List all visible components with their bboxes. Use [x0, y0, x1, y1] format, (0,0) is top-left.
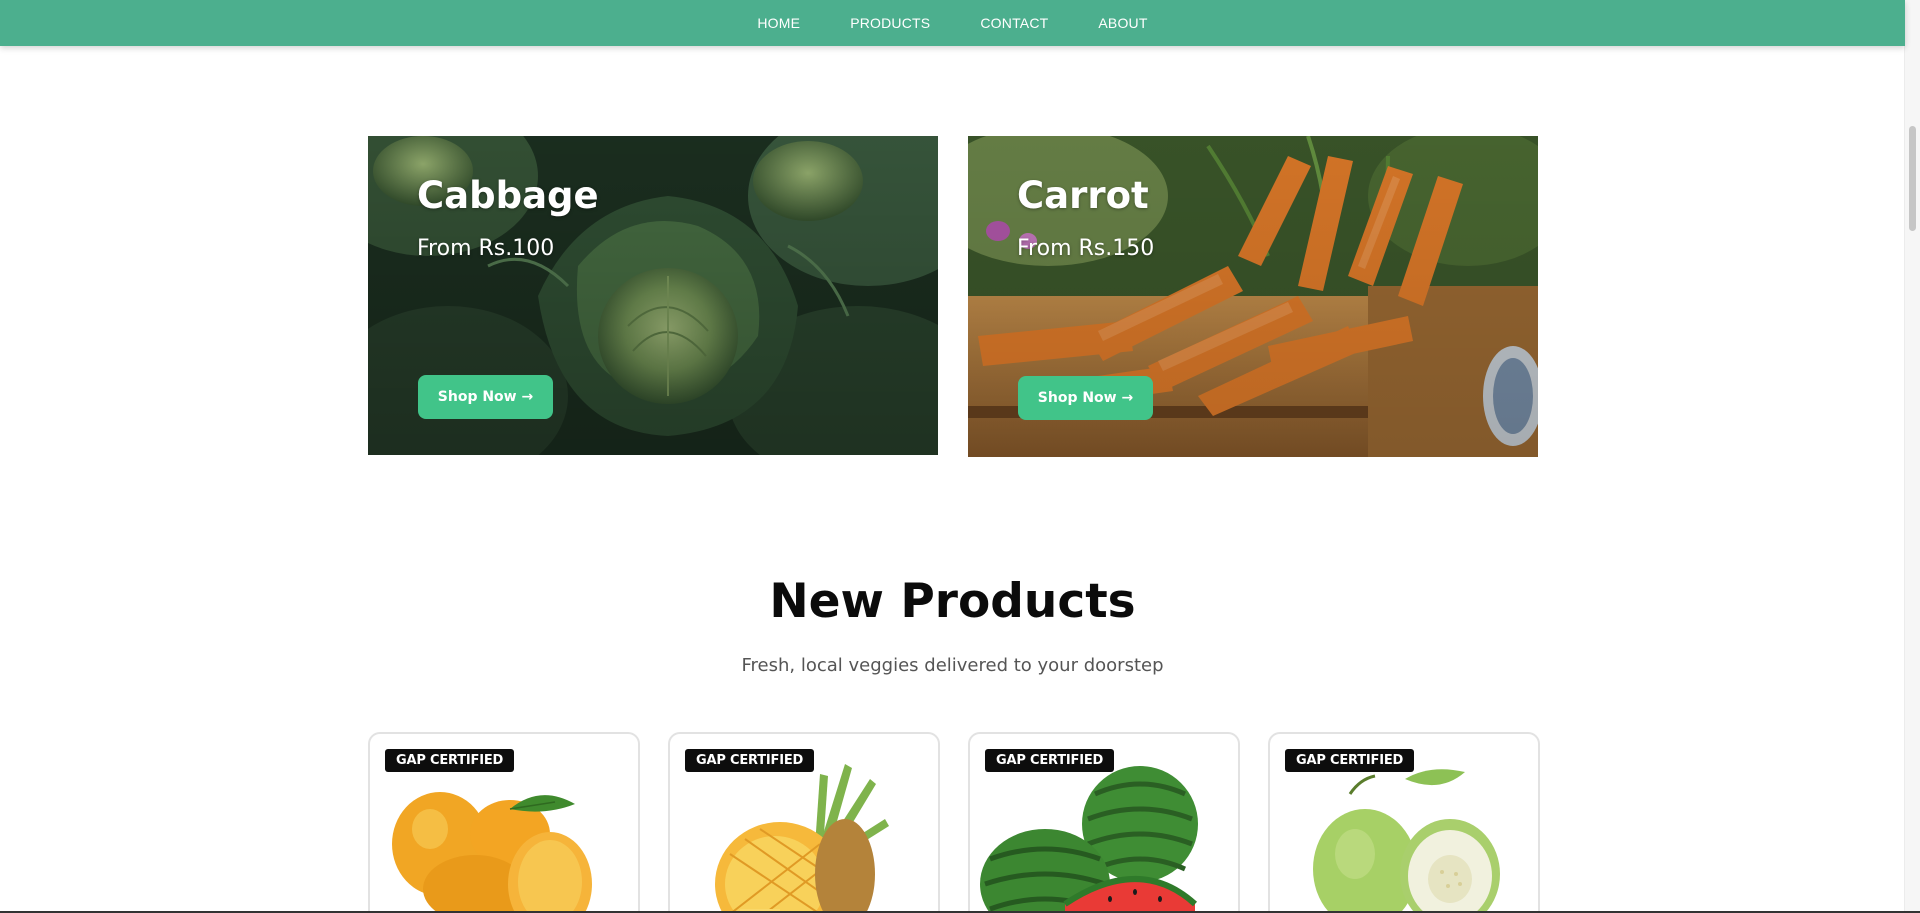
shop-now-button[interactable]: Shop Now →	[418, 375, 553, 419]
cabbage-banner[interactable]: Cabbage From Rs.100 Shop Now →	[368, 136, 938, 455]
product-card[interactable]: GAP CERTIFIED	[1268, 732, 1540, 913]
certified-badge: GAP CERTIFIED	[985, 749, 1115, 772]
page-scrollbar[interactable]	[1904, 0, 1920, 913]
banner-price: From Rs.150	[1017, 236, 1155, 261]
nav-products-link[interactable]: PRODUCTS	[825, 15, 955, 31]
certified-badge: GAP CERTIFIED	[1285, 749, 1415, 772]
certified-badge: GAP CERTIFIED	[385, 749, 515, 772]
page: HOME PRODUCTS CONTACT ABOUT Cabbage From…	[0, 0, 1920, 913]
nav-home-link[interactable]: HOME	[732, 15, 825, 31]
nav-about-link[interactable]: ABOUT	[1073, 15, 1172, 31]
section-subtitle: Fresh, local veggies delivered to your d…	[741, 655, 1164, 676]
section-title: New Products	[769, 574, 1136, 629]
top-navbar: HOME PRODUCTS CONTACT ABOUT	[0, 0, 1905, 46]
nav-menu: HOME PRODUCTS CONTACT ABOUT	[732, 15, 1172, 31]
product-card[interactable]: GAP CERTIFIED	[368, 732, 640, 913]
scroll-thumb[interactable]	[1909, 126, 1916, 231]
banner-title: Carrot	[1017, 174, 1149, 217]
banner-title: Cabbage	[417, 174, 599, 217]
carrot-banner[interactable]: Carrot From Rs.150 Shop Now →	[968, 136, 1538, 457]
shop-now-button[interactable]: Shop Now →	[1018, 376, 1153, 420]
certified-badge: GAP CERTIFIED	[685, 749, 815, 772]
nav-contact-link[interactable]: CONTACT	[955, 15, 1073, 31]
banner-price: From Rs.100	[417, 236, 555, 261]
product-card[interactable]: GAP CERTIFIED	[668, 732, 940, 913]
product-card[interactable]: GAP CERTIFIED	[968, 732, 1240, 913]
